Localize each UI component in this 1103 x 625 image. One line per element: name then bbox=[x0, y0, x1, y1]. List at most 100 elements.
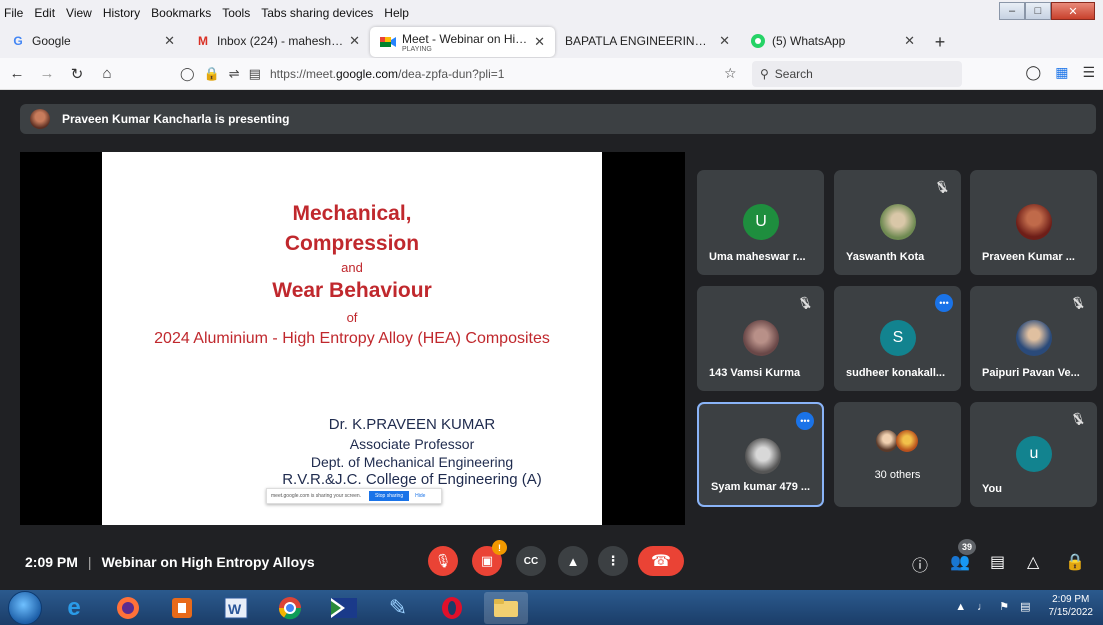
start-button[interactable] bbox=[8, 590, 42, 625]
forward-button[interactable]: → bbox=[34, 61, 60, 87]
activities-icon[interactable]: △ bbox=[1027, 552, 1039, 572]
close-window-button[interactable]: ✕ bbox=[1051, 2, 1095, 20]
maximize-button[interactable]: □ bbox=[1025, 2, 1051, 20]
slide-author: Dr. K.PRAVEEN KUMAR bbox=[328, 416, 496, 433]
bookmark-star-icon[interactable]: ☆ bbox=[724, 65, 737, 82]
menu-icon[interactable]: ☰ bbox=[1082, 64, 1095, 81]
participant-tile-others[interactable]: 30 others bbox=[834, 402, 961, 507]
svg-text:W: W bbox=[228, 601, 242, 617]
close-tab-icon[interactable]: ✕ bbox=[164, 33, 175, 49]
participant-name: Paipuri Pavan Ve... bbox=[982, 367, 1080, 379]
participant-tile[interactable]: ••• S sudheer konakall... bbox=[834, 286, 961, 391]
participant-tile[interactable]: Praveen Kumar ... bbox=[970, 170, 1097, 275]
participant-name: You bbox=[982, 483, 1002, 495]
avatar bbox=[876, 430, 898, 452]
file-explorer-icon[interactable] bbox=[484, 591, 528, 624]
camera-toggle-button[interactable]: ▣ ! bbox=[472, 540, 507, 576]
slide-subtitle: 2024 Aluminium - High Entropy Alloy (HEA… bbox=[154, 330, 550, 347]
meeting-controls: 2:09 PM | Webinar on High Entropy Alloys… bbox=[0, 539, 1103, 590]
flag-app-icon[interactable] bbox=[322, 592, 366, 624]
tab-bar: G Google ✕ M Inbox (224) - maheshenergy1… bbox=[0, 26, 1103, 58]
tab-meet[interactable]: Meet - Webinar on High Entrop PLAYING ✕ bbox=[370, 27, 555, 57]
clock[interactable]: 2:09 PM 7/15/2022 bbox=[1049, 593, 1094, 619]
info-icon[interactable]: ⓘ bbox=[912, 552, 928, 576]
stop-sharing-button[interactable]: Stop sharing bbox=[369, 491, 410, 501]
menu-tabs-sharing[interactable]: Tabs sharing devices bbox=[256, 6, 379, 20]
avatar bbox=[1016, 320, 1052, 356]
tray-icons[interactable]: ▲ ♩ ⚑ ▤ bbox=[955, 600, 1034, 613]
avatar bbox=[1016, 204, 1052, 240]
url-bar[interactable]: ◯ 🔒 ⇌ ▤ https://meet.google.com/dea-zpfa… bbox=[180, 61, 750, 87]
chrome-icon[interactable] bbox=[268, 592, 312, 624]
toolbar-right: ◯ ▦ ☰ bbox=[1026, 64, 1095, 81]
tab-google[interactable]: G Google ✕ bbox=[0, 26, 185, 56]
permissions-icon[interactable]: ⇌ bbox=[229, 66, 240, 82]
chat-icon[interactable]: ▤ bbox=[990, 552, 1005, 572]
menu-edit[interactable]: Edit bbox=[29, 6, 61, 20]
tab-bapatla[interactable]: BAPATLA ENGINEERING COLLEGE ✕ bbox=[555, 26, 740, 56]
avatar: U bbox=[743, 204, 779, 240]
captions-button[interactable]: CC bbox=[516, 546, 546, 576]
menu-history[interactable]: History bbox=[98, 6, 146, 20]
google-icon: G bbox=[13, 34, 23, 48]
presenter-avatar bbox=[30, 109, 50, 129]
menu-file[interactable]: File bbox=[0, 6, 29, 20]
menu-bookmarks[interactable]: Bookmarks bbox=[146, 6, 217, 20]
more-options-button[interactable]: ⋮ bbox=[598, 546, 628, 576]
host-controls-icon[interactable]: 🔒 bbox=[1065, 552, 1085, 572]
close-tab-icon[interactable]: ✕ bbox=[534, 34, 545, 50]
close-tab-icon[interactable]: ✕ bbox=[349, 33, 360, 49]
new-tab-button[interactable]: + bbox=[925, 26, 955, 58]
url-text[interactable]: https://meet.google.com/dea-zpfa-dun?pli… bbox=[270, 67, 505, 81]
extension-icon[interactable]: ▦ bbox=[1055, 64, 1068, 81]
word-icon[interactable]: W bbox=[214, 592, 258, 624]
present-button[interactable]: ▲ bbox=[558, 546, 588, 576]
back-button[interactable]: ← bbox=[4, 61, 30, 87]
url-domain: google.com bbox=[335, 67, 399, 81]
close-tab-icon[interactable]: ✕ bbox=[719, 33, 730, 49]
close-tab-icon[interactable]: ✕ bbox=[904, 33, 915, 49]
reader-icon[interactable]: ▤ bbox=[249, 66, 261, 82]
paint-icon[interactable]: ✎ bbox=[376, 592, 420, 624]
pocket-icon[interactable]: ◯ bbox=[1026, 64, 1042, 81]
internet-explorer-icon[interactable]: e bbox=[52, 592, 96, 624]
menu-tools[interactable]: Tools bbox=[217, 6, 256, 20]
leave-call-button[interactable]: ☎ bbox=[638, 546, 684, 576]
avatar bbox=[745, 438, 781, 474]
search-placeholder: Search bbox=[774, 67, 813, 81]
gmail-icon: M bbox=[198, 34, 208, 48]
more-options-icon[interactable]: ••• bbox=[796, 412, 814, 430]
whatsapp-icon bbox=[750, 33, 766, 49]
reload-button[interactable]: ↻ bbox=[64, 61, 90, 87]
mic-off-icon: 🎙 bbox=[434, 553, 452, 568]
presenting-text: Praveen Kumar Kancharla is presenting bbox=[62, 112, 290, 126]
participant-tile[interactable]: 🎙 Paipuri Pavan Ve... bbox=[970, 286, 1097, 391]
avatar bbox=[896, 430, 918, 452]
minimize-button[interactable]: – bbox=[999, 2, 1025, 20]
presentation-stage[interactable]: Mechanical, Compression and Wear Behavio… bbox=[20, 152, 685, 525]
participant-tile[interactable]: 🎙 143 Vamsi Kurma bbox=[697, 286, 824, 391]
participant-tile[interactable]: U Uma maheswar r... bbox=[697, 170, 824, 275]
menu-help[interactable]: Help bbox=[379, 6, 415, 20]
slide-college: R.V.R.&J.C. College of Engineering (A) bbox=[282, 471, 542, 488]
participant-name: Syam kumar 479 ... bbox=[711, 481, 811, 493]
participant-tile-pinned[interactable]: ••• Syam kumar 479 ... bbox=[697, 402, 824, 507]
meeting-name: Webinar on High Entropy Alloys bbox=[101, 554, 315, 570]
participant-tile-self[interactable]: 🎙 u You bbox=[970, 402, 1097, 507]
home-button[interactable]: ⌂ bbox=[94, 61, 120, 87]
firefox-icon[interactable] bbox=[106, 592, 150, 624]
media-player-icon[interactable] bbox=[160, 592, 204, 624]
mic-toggle-button[interactable]: 🎙 bbox=[428, 546, 458, 576]
shield-icon[interactable]: ◯ bbox=[180, 66, 195, 82]
menu-bar: File Edit View History Bookmarks Tools T… bbox=[0, 0, 1103, 26]
opera-icon[interactable] bbox=[430, 592, 474, 624]
hide-button[interactable]: Hide bbox=[415, 493, 425, 499]
menu-view[interactable]: View bbox=[61, 6, 98, 20]
mic-off-icon: 🎙 bbox=[797, 296, 813, 310]
tab-whatsapp[interactable]: (5) WhatsApp ✕ bbox=[740, 26, 925, 56]
tab-gmail[interactable]: M Inbox (224) - maheshenergy1@ ✕ bbox=[185, 26, 370, 56]
search-box[interactable]: ⚲ Search bbox=[752, 61, 962, 87]
lock-icon[interactable]: 🔒 bbox=[204, 66, 220, 82]
people-icon[interactable]: 👥 bbox=[950, 552, 970, 572]
participant-tile[interactable]: 🎙 Yaswanth Kota bbox=[834, 170, 961, 275]
